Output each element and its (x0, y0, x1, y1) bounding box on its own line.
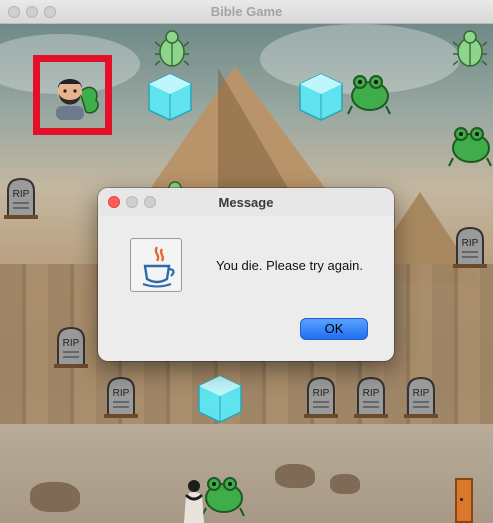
player-avatar-icon[interactable] (50, 72, 102, 124)
dialog-title: Message (218, 195, 274, 210)
tombstone-icon: RIP (54, 326, 88, 368)
tombstone-label: RIP (363, 388, 380, 399)
tombstone-label: RIP (313, 388, 330, 399)
tombstone-icon: RIP (354, 376, 388, 418)
person-figure-icon (184, 480, 204, 523)
window-title: Bible Game (210, 4, 283, 19)
message-dialog: Message You die. Please try again. OK (98, 188, 394, 361)
ice-cube-icon (299, 73, 343, 121)
tombstone-icon: RIP (4, 177, 38, 219)
tombstone-label: RIP (113, 388, 130, 399)
dialog-message: You die. Please try again. (216, 258, 363, 273)
tombstone-icon: RIP (104, 376, 138, 418)
tombstone-label: RIP (63, 338, 80, 349)
dialog-titlebar: Message (98, 188, 394, 216)
beetle-icon (453, 30, 487, 67)
tombstone-icon: RIP (404, 376, 438, 418)
ok-button[interactable]: OK (300, 318, 368, 340)
tombstone-label: RIP (13, 189, 30, 200)
frog-icon (448, 127, 492, 167)
background-rock (330, 474, 360, 494)
java-icon (130, 238, 182, 292)
ice-cube-icon (198, 375, 242, 423)
tombstone-label: RIP (413, 388, 430, 399)
window-titlebar: Bible Game (0, 0, 493, 24)
tombstone-icon: RIP (453, 226, 487, 268)
ice-cube-icon (148, 73, 192, 121)
beetle-icon (155, 30, 189, 67)
tombstone-icon: RIP (304, 376, 338, 418)
frog-icon (347, 75, 391, 115)
background-rock (275, 464, 315, 488)
door-icon[interactable] (455, 478, 473, 523)
tombstone-label: RIP (462, 238, 479, 249)
background-rock (30, 482, 80, 512)
